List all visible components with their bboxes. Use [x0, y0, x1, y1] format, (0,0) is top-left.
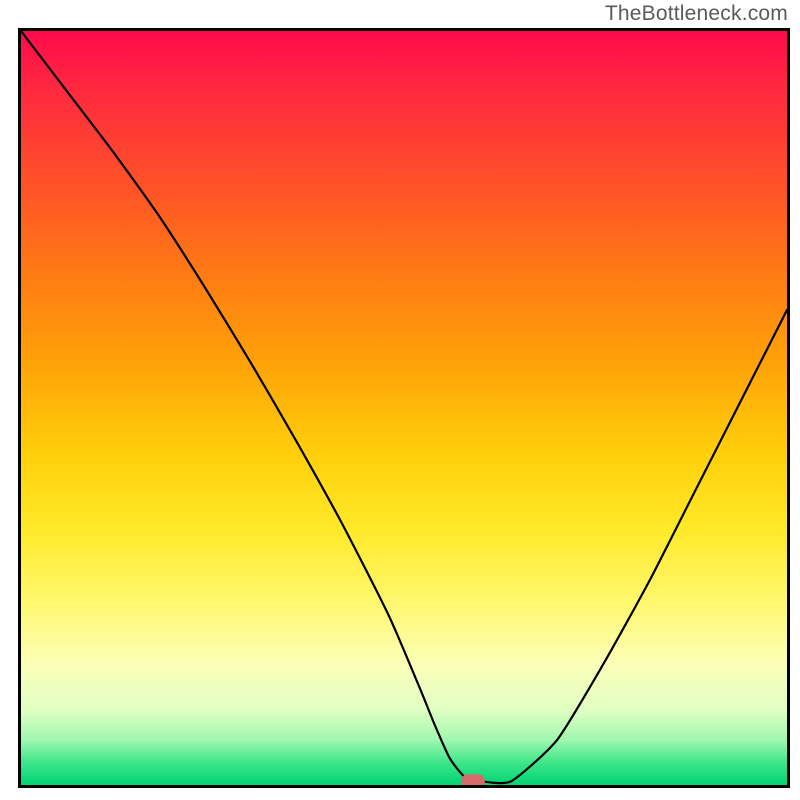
chart-plot-area: [18, 28, 790, 788]
bottleneck-curve-path: [21, 31, 787, 783]
attribution-text: TheBottleneck.com: [605, 2, 788, 26]
optimal-point-marker: [461, 774, 485, 785]
chart-svg: [21, 31, 787, 785]
